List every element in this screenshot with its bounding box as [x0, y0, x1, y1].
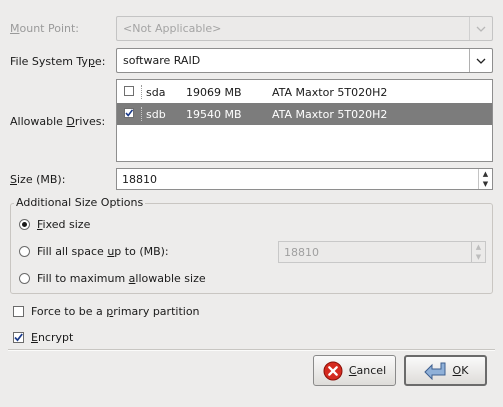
drive-checkbox[interactable]: [124, 86, 134, 96]
chevron-down-icon: [469, 49, 492, 72]
checkmark-icon: [14, 333, 23, 342]
size-label: Size (MB):: [10, 173, 66, 186]
drive-size: 19069 MB: [186, 85, 242, 99]
mount-point-combo[interactable]: <Not Applicable>: [116, 16, 493, 41]
column-separator: [141, 107, 142, 121]
enter-arrow-icon: [423, 362, 446, 380]
fill-up-label[interactable]: Fill all space up to (MB):: [37, 245, 169, 258]
fs-type-value: software RAID: [123, 54, 201, 67]
spin-arrows: ▲ ▼: [471, 242, 485, 262]
chevron-down-icon: [469, 17, 492, 40]
ok-button[interactable]: OK: [404, 355, 487, 386]
drive-row[interactable]: sdb 19540 MB ATA Maxtor 5T020H2: [117, 103, 492, 125]
mount-point-label: Mount Point:: [10, 22, 80, 35]
force-primary-checkbox[interactable]: [13, 306, 24, 317]
spin-arrows[interactable]: ▲ ▼: [478, 169, 492, 189]
spin-up-icon[interactable]: ▲: [483, 170, 488, 178]
column-separator: [141, 85, 142, 99]
fill-up-value: 18810: [284, 245, 319, 259]
drive-row[interactable]: sda 19069 MB ATA Maxtor 5T020H2: [117, 81, 492, 103]
checkmark-icon: [125, 109, 134, 117]
fill-up-spinbox[interactable]: 18810 ▲ ▼: [278, 241, 486, 263]
drive-size: 19540 MB: [186, 107, 242, 121]
mount-point-value: <Not Applicable>: [123, 22, 222, 35]
drive-device: sda: [146, 85, 166, 99]
size-value: 18810: [122, 172, 157, 186]
drives-label: Allowable Drives:: [10, 115, 106, 128]
drive-device: sdb: [146, 107, 166, 121]
cancel-button[interactable]: Cancel: [313, 355, 396, 386]
spin-up-icon: ▲: [475, 242, 482, 251]
fixed-size-radio[interactable]: [19, 219, 30, 230]
fill-up-radio[interactable]: [19, 246, 30, 257]
cancel-button-label: Cancel: [348, 364, 387, 377]
fs-type-combo[interactable]: software RAID: [116, 48, 493, 73]
fs-type-label: File System Type:: [10, 55, 106, 68]
drive-checkbox[interactable]: [124, 108, 134, 118]
button-separator: [8, 349, 495, 351]
encrypt-label[interactable]: Encrypt: [31, 331, 73, 344]
encrypt-checkbox[interactable]: [13, 332, 24, 343]
fixed-size-label[interactable]: Fixed size: [37, 218, 90, 231]
fill-max-label[interactable]: Fill to maximum allowable size: [37, 272, 206, 285]
cancel-icon: [323, 361, 343, 380]
ok-button-label: OK: [452, 364, 469, 377]
fill-max-radio[interactable]: [19, 273, 30, 284]
drive-model: ATA Maxtor 5T020H2: [272, 107, 388, 121]
spin-down-icon: ▼: [475, 252, 482, 261]
drive-model: ATA Maxtor 5T020H2: [272, 85, 388, 99]
size-spinbox[interactable]: 18810 ▲ ▼: [116, 168, 493, 190]
additional-size-title: Additional Size Options: [14, 196, 146, 209]
drives-list[interactable]: sda 19069 MB ATA Maxtor 5T020H2 sdb 1954…: [116, 79, 493, 162]
spin-down-icon[interactable]: ▼: [483, 180, 488, 188]
force-primary-label[interactable]: Force to be a primary partition: [31, 305, 200, 318]
